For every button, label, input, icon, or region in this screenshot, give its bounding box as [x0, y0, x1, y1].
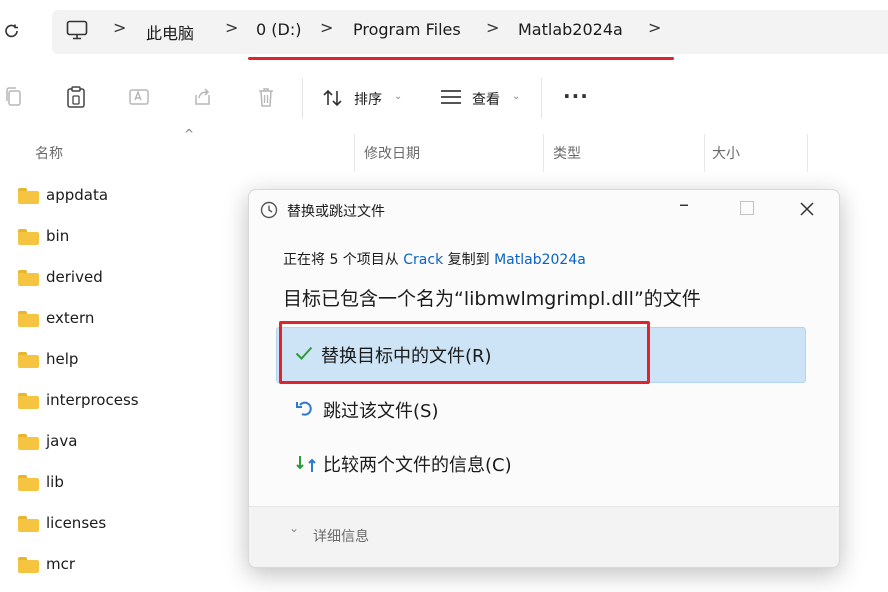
column-divider[interactable] — [704, 134, 705, 172]
replace-option-label: 替换目标中的文件(R) — [321, 346, 492, 367]
more-options-button[interactable]: ··· — [563, 84, 589, 108]
file-name: mcr — [46, 555, 76, 573]
file-name: bin — [46, 227, 70, 245]
file-name: java — [46, 432, 78, 450]
minimize-button[interactable]: – — [679, 192, 689, 216]
file-name: derived — [46, 268, 103, 286]
clock-icon — [260, 201, 278, 219]
breadcrumb-drive-d[interactable]: 0 (D:) — [256, 20, 301, 39]
sort-ascending-icon: ^ — [184, 127, 195, 141]
copy-icon[interactable] — [4, 86, 24, 108]
view-button[interactable]: 查看 — [472, 89, 500, 109]
file-name: extern — [46, 309, 95, 327]
file-name: help — [46, 350, 79, 368]
undo-icon — [296, 401, 312, 416]
refresh-icon[interactable] — [4, 22, 20, 40]
maximize-button[interactable] — [740, 201, 754, 215]
file-name: lib — [46, 473, 64, 491]
column-divider[interactable] — [807, 134, 808, 172]
chevron-right-icon: > — [320, 18, 334, 37]
copy-status-mid: 复制到 — [447, 252, 490, 268]
breadcrumb-program-files[interactable]: Program Files — [353, 20, 461, 39]
share-icon[interactable] — [192, 86, 214, 108]
skip-option-label: 跳过该文件(S) — [323, 401, 439, 422]
dialog-footer: ⌄ 详细信息 — [249, 506, 839, 567]
close-icon[interactable] — [800, 202, 814, 216]
paste-icon[interactable] — [66, 85, 86, 109]
copy-status-prefix: 正在将 5 个项目从 — [283, 252, 399, 268]
monitor-icon[interactable] — [66, 20, 88, 40]
red-annotation-underline — [248, 57, 674, 60]
view-icon — [441, 90, 461, 104]
folder-icon — [18, 557, 39, 573]
folder-icon — [18, 393, 39, 409]
column-header-size[interactable]: 大小 — [712, 143, 740, 163]
chevron-down-icon: ⌄ — [394, 91, 403, 102]
delete-icon[interactable] — [256, 86, 276, 108]
replace-or-skip-dialog: 替换或跳过文件 – 正在将 5 个项目从 Crack 复制到 Matlab202… — [248, 189, 840, 568]
chevron-right-icon: > — [486, 18, 500, 37]
folder-icon — [18, 229, 39, 245]
breadcrumb-this-pc[interactable]: 此电脑 — [146, 20, 194, 44]
folder-icon — [18, 516, 39, 532]
column-divider[interactable] — [543, 134, 544, 172]
column-header-type[interactable]: 类型 — [553, 143, 581, 163]
toolbar-divider — [541, 78, 542, 118]
chevron-right-icon: > — [113, 18, 127, 37]
more-details-toggle[interactable]: 详细信息 — [313, 526, 369, 546]
sort-icon — [323, 89, 342, 107]
folder-icon — [18, 352, 39, 368]
compare-icon — [296, 456, 316, 472]
folder-icon — [18, 434, 39, 450]
folder-icon — [18, 188, 39, 204]
folder-icon — [18, 270, 39, 286]
folder-icon — [18, 475, 39, 491]
source-folder-link[interactable]: Crack — [403, 252, 443, 268]
dialog-title: 替换或跳过文件 — [287, 204, 385, 220]
toolbar-divider — [302, 78, 303, 118]
file-name: licenses — [46, 514, 107, 532]
chevron-down-icon: ⌄ — [512, 91, 521, 102]
folder-icon — [18, 311, 39, 327]
compare-option-label: 比较两个文件的信息(C) — [323, 455, 512, 476]
conflict-message: 目标已包含一个名为“libmwlmgrimpl.dll”的文件 — [283, 288, 701, 310]
chevron-right-icon: > — [225, 18, 239, 37]
destination-folder-link[interactable]: Matlab2024a — [494, 252, 586, 268]
file-name: appdata — [46, 186, 109, 204]
file-name: interprocess — [46, 391, 139, 409]
rename-icon[interactable] — [128, 86, 152, 108]
chevron-right-icon[interactable]: > — [648, 18, 661, 37]
sort-button[interactable]: 排序 — [354, 89, 382, 109]
column-header-modified[interactable]: 修改日期 — [364, 143, 420, 163]
chevron-down-icon[interactable]: ⌄ — [289, 521, 299, 535]
breadcrumb-matlab2024a[interactable]: Matlab2024a — [518, 20, 623, 39]
checkmark-icon — [295, 346, 313, 360]
column-divider[interactable] — [354, 134, 355, 172]
copy-status: 正在将 5 个项目从 Crack 复制到 Matlab2024a — [283, 249, 586, 269]
column-header-name[interactable]: 名称 — [35, 143, 63, 163]
